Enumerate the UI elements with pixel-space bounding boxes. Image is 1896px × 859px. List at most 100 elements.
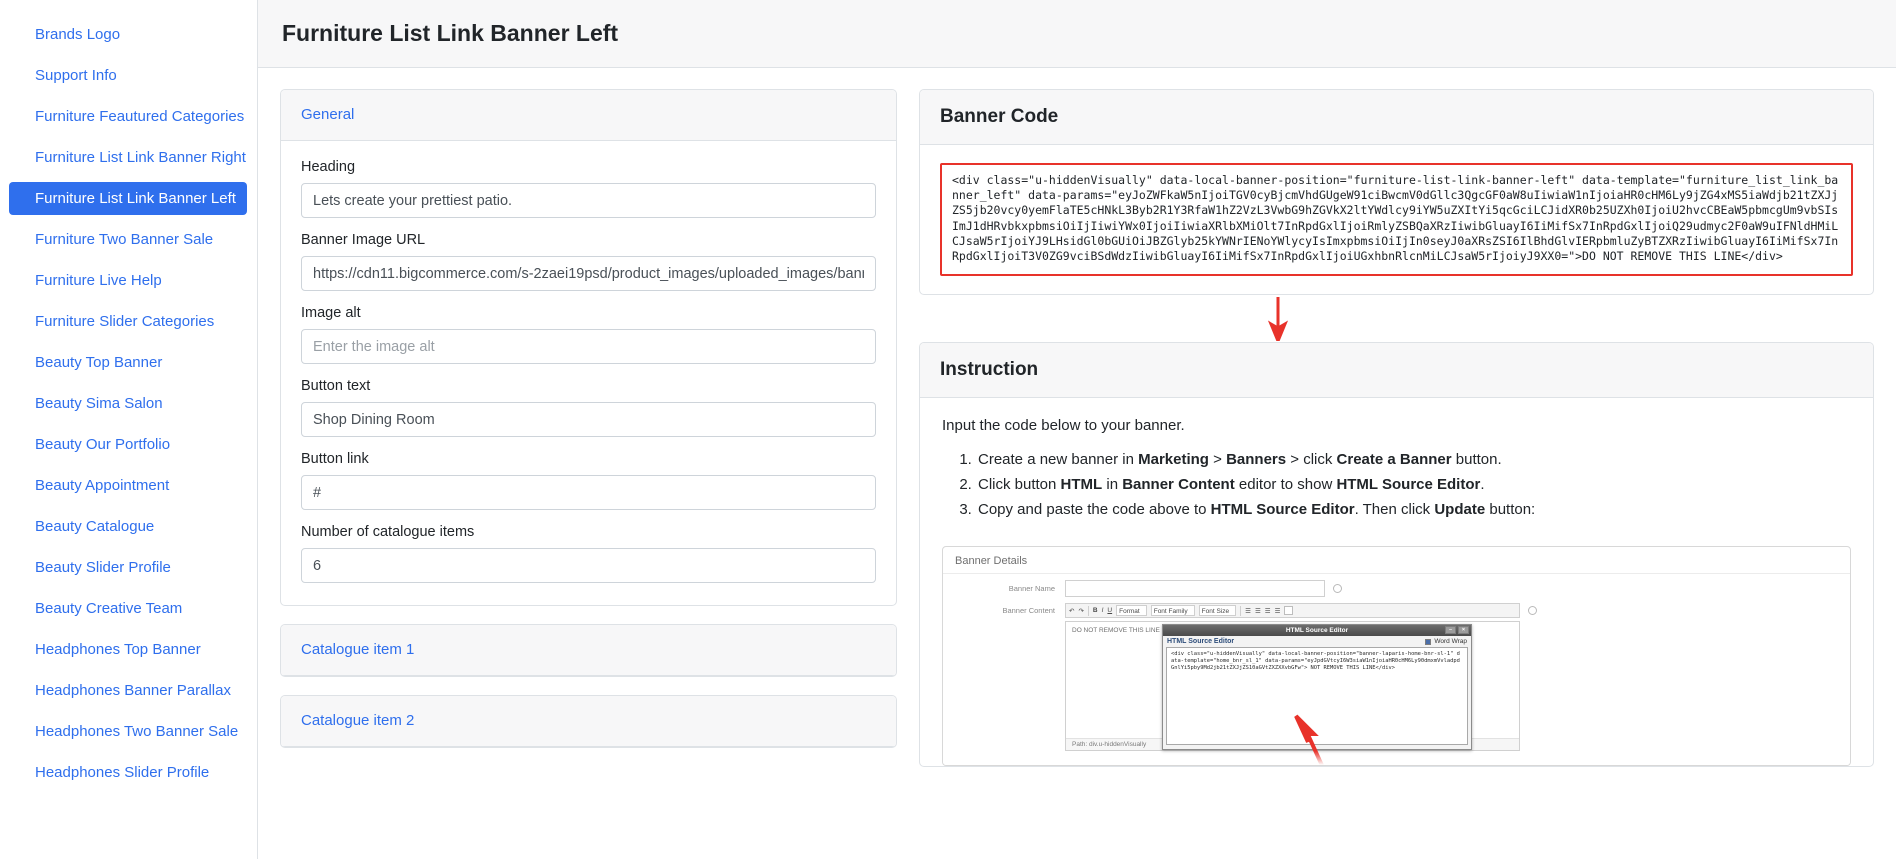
instruction-steps: Create a new banner in Marketing > Banne… xyxy=(942,447,1851,522)
page-title: Furniture List Link Banner Left xyxy=(282,20,619,46)
instruction-emphasis: Update xyxy=(1434,501,1486,519)
instruction-lead: Input the code below to your banner. xyxy=(942,417,1185,435)
sidebar-item-beauty-catalogue[interactable]: Beauty Catalogue xyxy=(9,510,247,543)
field-banner-image-url: Banner Image URL xyxy=(301,232,876,291)
sidebar-item-headphones-slider-profile[interactable]: Headphones Slider Profile xyxy=(9,756,247,789)
sidebar-item-furniture-two-banner-sale[interactable]: Furniture Two Banner Sale xyxy=(9,223,247,256)
label-heading: Heading xyxy=(301,159,356,175)
instruction-text: editor to show xyxy=(1234,476,1337,494)
instruction-title: Instruction xyxy=(940,359,1039,381)
html-button-icon xyxy=(1284,606,1294,616)
sidebar-item-brands-logo[interactable]: Brands Logo xyxy=(9,18,247,51)
label-number-of-catalogue-items: Number of catalogue items xyxy=(301,524,475,540)
dialog-titlebar: HTML Source Editor – × xyxy=(1163,625,1471,637)
dialog-title-text: HTML Source Editor xyxy=(1285,627,1349,635)
banner-code-title: Banner Code xyxy=(940,106,1059,127)
sidebar-item-furniture-live-help[interactable]: Furniture Live Help xyxy=(9,264,247,297)
input-banner-image-url[interactable] xyxy=(301,256,876,291)
accordion-catalogue-item-2[interactable]: Catalogue item 2 xyxy=(301,712,414,729)
banner-code-card: Banner Code <div class="u-hiddenVisually… xyxy=(919,89,1874,296)
sidebar-item-beauty-sima-salon[interactable]: Beauty Sima Salon xyxy=(9,387,247,420)
catalogue-item-2-header[interactable]: Catalogue item 2 xyxy=(281,696,896,747)
sidebar-item-furniture-list-link-banner-right[interactable]: Furniture List Link Banner Right xyxy=(9,141,247,174)
instruction-text: button: xyxy=(1485,501,1536,519)
align-left-icon: ☰ xyxy=(1245,607,1251,615)
undo-icon: ↶ xyxy=(1069,607,1075,615)
help-circle-icon xyxy=(1528,606,1537,616)
label-button-link: Button link xyxy=(301,451,369,467)
screenshot-banner-content-label: Banner Content xyxy=(1002,606,1055,616)
page-header: Furniture List Link Banner Left xyxy=(258,0,1896,68)
dialog-subheader: HTML Source Editor Word Wrap xyxy=(1163,636,1471,647)
sidebar-item-beauty-our-portfolio[interactable]: Beauty Our Portfolio xyxy=(9,428,247,461)
redo-icon: ↷ xyxy=(1078,607,1084,615)
screenshot-editor-toolbar: ↶ ↷ B I U Format Font Family Font Size ☰… xyxy=(1065,603,1520,619)
instruction-screenshot: Banner Details Banner Name Banner Conten… xyxy=(942,546,1851,767)
input-button-link[interactable] xyxy=(301,475,876,510)
instruction-emphasis: Marketing xyxy=(1138,451,1209,469)
instruction-step: Click button HTML in Banner Content edit… xyxy=(976,472,1851,497)
input-heading[interactable] xyxy=(301,183,876,218)
underline-icon: U xyxy=(1107,607,1113,615)
app-root: Brands Logo Support Info Furniture Feautur… xyxy=(0,0,1896,859)
instruction-emphasis: Banner Content xyxy=(1122,476,1235,494)
input-image-alt[interactable] xyxy=(301,329,876,364)
accordion-catalogue-item-1[interactable]: Catalogue item 1 xyxy=(301,641,414,658)
font-family-select: Font Family xyxy=(1150,605,1195,617)
general-fields: Heading Banner Image URL Image alt Button t… xyxy=(281,141,896,605)
label-image-alt: Image alt xyxy=(301,305,361,321)
instruction-step: Copy and paste the code above to HTML So… xyxy=(976,497,1851,522)
instruction-text: Click button xyxy=(978,476,1061,494)
banner-code-textarea[interactable]: <div class="u-hiddenVisually" data-local… xyxy=(940,163,1853,277)
field-image-alt: Image alt xyxy=(301,305,876,364)
sidebar-item-furniture-feautured-categories[interactable]: Furniture Feautured Categories xyxy=(9,100,247,133)
sidebar-item-support-info[interactable]: Support Info xyxy=(9,59,247,92)
format-select: Format xyxy=(1116,605,1147,617)
toolbar-divider xyxy=(1240,605,1242,616)
toolbar-divider xyxy=(1087,605,1089,616)
word-wrap-label: Word Wrap xyxy=(1434,638,1467,646)
field-button-link: Button link xyxy=(301,451,876,510)
instruction-text: button. xyxy=(1451,451,1502,469)
screenshot-banner-name-input xyxy=(1065,580,1325,598)
instruction-step: Create a new banner in Marketing > Banne… xyxy=(976,447,1851,472)
instruction-emphasis: HTML Source Editor xyxy=(1336,476,1481,494)
general-tab-header: General xyxy=(281,90,896,141)
main-content: Furniture List Link Banner Left General … xyxy=(257,0,1896,859)
sidebar-item-furniture-slider-categories[interactable]: Furniture Slider Categories xyxy=(9,305,247,338)
close-icon: × xyxy=(1458,626,1469,635)
field-heading: Heading xyxy=(301,159,876,218)
catalogue-item-1-card: Catalogue item 1 xyxy=(280,624,897,677)
minimize-icon: – xyxy=(1445,626,1456,635)
tab-general[interactable]: General xyxy=(301,106,354,123)
input-number-of-catalogue-items[interactable] xyxy=(301,548,876,583)
sidebar-item-headphones-banner-parallax[interactable]: Headphones Banner Parallax xyxy=(9,674,247,707)
sidebar-item-headphones-two-banner-sale[interactable]: Headphones Two Banner Sale xyxy=(9,715,247,748)
output-column: Banner Code <div class="u-hiddenVisually… xyxy=(919,89,1874,768)
sidebar-item-beauty-top-banner[interactable]: Beauty Top Banner xyxy=(9,346,247,379)
instruction-text: Copy and paste the code above to xyxy=(978,501,1211,519)
screenshot-banner-name-row: Banner Name xyxy=(943,574,1850,598)
sidebar-item-beauty-slider-profile[interactable]: Beauty Slider Profile xyxy=(9,551,247,584)
sidebar-item-beauty-creative-team[interactable]: Beauty Creative Team xyxy=(9,592,247,625)
instruction-emphasis: HTML xyxy=(1060,476,1103,494)
screenshot-fade xyxy=(943,751,1850,766)
sidebar-item-headphones-top-banner[interactable]: Headphones Top Banner xyxy=(9,633,247,666)
content-columns: General Heading Banner Image URL Image alt… xyxy=(258,68,1896,768)
label-banner-image-url: Banner Image URL xyxy=(301,232,426,248)
checkbox-icon xyxy=(1425,638,1432,645)
italic-icon: I xyxy=(1101,607,1104,615)
general-settings-card: General Heading Banner Image URL Image alt… xyxy=(280,89,897,606)
sidebar-item-beauty-appointment[interactable]: Beauty Appointment xyxy=(9,469,247,502)
sidebar-item-furniture-list-link-banner-left[interactable]: Furniture List Link Banner Left xyxy=(9,182,247,215)
align-center-icon: ☰ xyxy=(1254,607,1261,615)
arrow-connector xyxy=(919,295,1874,342)
catalogue-item-2-card: Catalogue item 2 xyxy=(280,695,897,748)
instruction-text: > xyxy=(1208,451,1227,469)
instruction-text: in xyxy=(1102,476,1123,494)
align-right-icon: ☰ xyxy=(1264,607,1271,615)
label-button-text: Button text xyxy=(301,378,371,394)
word-wrap-option: Word Wrap xyxy=(1425,638,1467,645)
input-button-text[interactable] xyxy=(301,402,876,437)
catalogue-item-1-header[interactable]: Catalogue item 1 xyxy=(281,625,896,676)
